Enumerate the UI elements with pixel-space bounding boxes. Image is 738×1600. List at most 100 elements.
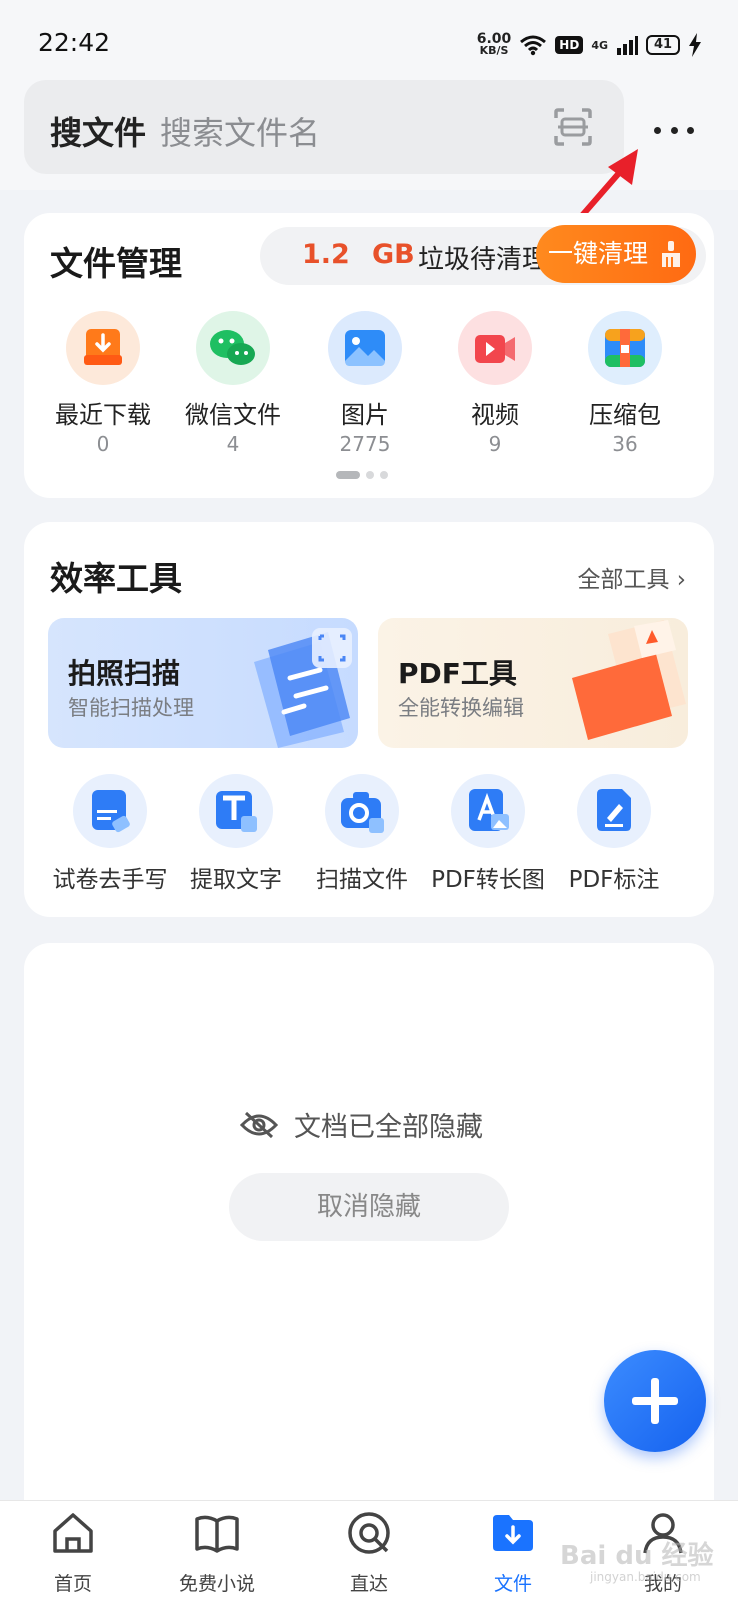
junk-unit: GB — [372, 239, 415, 270]
category-name: 视频 — [471, 401, 519, 429]
page-dot — [366, 471, 374, 479]
category-name: 图片 — [341, 401, 389, 429]
text-extract-icon — [199, 774, 273, 848]
tool-pdf-to-image[interactable]: PDF转长图 — [420, 774, 556, 894]
status-time: 22:42 — [38, 28, 111, 57]
clean-button-label: 一键清理 — [548, 239, 649, 268]
tool-card-title: 拍照扫描 — [68, 657, 181, 690]
category-archives[interactable]: 压缩包 36 — [560, 311, 690, 456]
wechat-icon — [196, 311, 270, 385]
tools-card: 效率工具 全部工具 › 拍照扫描 智能扫描处理 PDF工具 全能转换编辑 试卷去… — [24, 522, 714, 917]
category-count: 0 — [96, 432, 110, 456]
tab-label: 直达 — [349, 1573, 388, 1595]
file-management-card: 文件管理 1.2 GB 垃圾待清理 一键清理 最近下载 0 微信文件 4 图片 … — [24, 213, 714, 498]
page-dot-active — [336, 471, 360, 479]
tool-name: PDF转长图 — [431, 867, 545, 893]
tool-text-extract[interactable]: 提取文字 — [168, 774, 304, 894]
add-fab-button[interactable] — [604, 1350, 706, 1452]
tool-card-subtitle: 智能扫描处理 — [68, 696, 194, 720]
search-label: 搜文件 — [50, 114, 147, 152]
dot — [654, 126, 661, 134]
signal-icon — [617, 36, 638, 55]
zip-icon — [588, 311, 662, 385]
tools-title: 效率工具 — [50, 559, 182, 598]
wifi-icon — [520, 35, 547, 56]
pdf-tools-card[interactable]: PDF工具 全能转换编辑 — [378, 618, 688, 748]
tool-name: 扫描文件 — [316, 867, 408, 893]
video-icon — [458, 311, 532, 385]
category-name: 微信文件 — [185, 401, 281, 429]
direct-icon — [348, 1512, 390, 1554]
eye-hidden-icon — [240, 1111, 278, 1138]
unhide-button[interactable]: 取消隐藏 — [229, 1173, 509, 1241]
page-indicator — [336, 471, 388, 479]
tool-exam-erase[interactable]: 试卷去手写 — [42, 774, 178, 894]
scan-illustration-icon — [254, 628, 352, 748]
category-count: 2775 — [339, 432, 391, 456]
category-videos[interactable]: 视频 9 — [430, 311, 560, 456]
tool-pdf-annotate[interactable]: PDF标注 — [546, 774, 682, 894]
search-bar[interactable]: 搜文件 搜索文件名 — [24, 80, 624, 174]
scan-icon[interactable] — [552, 106, 594, 148]
net-speed: 6.00 KB/S — [477, 32, 512, 57]
pdf-to-image-icon — [451, 774, 525, 848]
category-count: 9 — [488, 432, 502, 456]
pdf-annotate-icon — [577, 774, 651, 848]
documents-card: 文档已全部隐藏 取消隐藏 — [24, 943, 714, 1543]
tool-scan-file[interactable]: 扫描文件 — [294, 774, 430, 894]
chevron-right-icon: › — [676, 567, 686, 593]
category-count: 4 — [226, 432, 240, 456]
tab-free-novels[interactable]: 免费小说 — [152, 1509, 282, 1596]
file-management-title: 文件管理 — [50, 244, 182, 283]
category-images[interactable]: 图片 2775 — [300, 311, 430, 456]
category-recent-downloads[interactable]: 最近下载 0 — [38, 311, 168, 456]
scan-file-icon — [325, 774, 399, 848]
photo-scan-card[interactable]: 拍照扫描 智能扫描处理 — [48, 618, 358, 748]
more-dots-icon[interactable] — [648, 110, 700, 150]
page-dot — [380, 471, 388, 479]
tool-card-title: PDF工具 — [398, 657, 517, 690]
file-icon — [493, 1515, 533, 1551]
one-click-clean-button[interactable]: 一键清理 — [536, 225, 696, 283]
all-tools-link[interactable]: 全部工具 › — [577, 560, 686, 594]
network-type: 4G — [591, 38, 608, 52]
tab-label: 文件 — [493, 1573, 532, 1595]
watermark: Bai du 经验 — [560, 1541, 714, 1571]
tab-direct[interactable]: 直达 — [304, 1509, 434, 1596]
download-icon — [66, 311, 140, 385]
pdf-illustration-icon — [572, 620, 686, 740]
image-icon — [328, 311, 402, 385]
category-name: 最近下载 — [55, 401, 151, 429]
hd-badge: HD — [555, 36, 584, 54]
tab-home[interactable]: 首页 — [8, 1509, 138, 1596]
tool-name: 试卷去手写 — [52, 867, 168, 893]
junk-text: 垃圾待清理 — [418, 245, 549, 275]
net-speed-unit: KB/S — [479, 44, 509, 57]
exam-erase-icon — [73, 774, 147, 848]
category-count: 36 — [612, 432, 638, 456]
tool-name: PDF标注 — [568, 867, 660, 893]
status-icons: 6.00 KB/S HD 4G 41 — [477, 30, 702, 60]
category-wechat-files[interactable]: 微信文件 4 — [168, 311, 298, 456]
dot — [670, 126, 678, 134]
broom-icon — [662, 241, 680, 267]
tool-name: 提取文字 — [190, 867, 282, 893]
charging-icon — [689, 33, 701, 57]
search-input[interactable]: 搜索文件名 — [160, 108, 320, 154]
battery-indicator: 41 — [646, 35, 680, 55]
tab-files[interactable]: 文件 — [448, 1509, 578, 1596]
tab-label: 首页 — [53, 1573, 92, 1595]
tab-label: 免费小说 — [178, 1573, 255, 1595]
dot — [687, 126, 694, 134]
all-tools-label: 全部工具 — [577, 567, 670, 593]
category-row: 最近下载 0 微信文件 4 图片 2775 视频 9 压缩包 36 — [24, 311, 714, 461]
tool-card-subtitle: 全能转换编辑 — [398, 696, 524, 720]
book-icon — [195, 1515, 239, 1553]
category-name: 压缩包 — [589, 401, 661, 429]
status-bar: 22:42 6.00 KB/S HD 4G 41 — [0, 0, 738, 80]
home-icon — [53, 1513, 93, 1553]
junk-amount: 1.2 — [302, 239, 350, 270]
hidden-message: 文档已全部隐藏 — [240, 1105, 483, 1144]
hidden-message-text: 文档已全部隐藏 — [294, 1112, 483, 1143]
watermark-sub: jingyan.baidu.com — [590, 1570, 701, 1584]
